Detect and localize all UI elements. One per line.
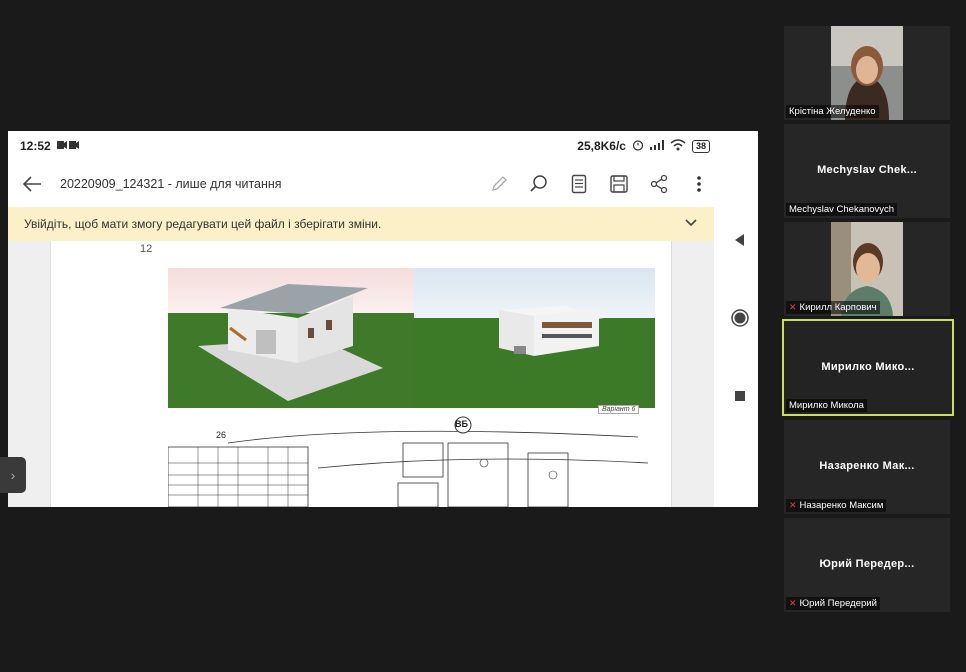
participant-tile-3[interactable]: ✕ Кирилл Карпович	[784, 222, 950, 316]
house-render-image-1	[168, 268, 414, 408]
participant-name: Мирилко Микола	[789, 400, 864, 411]
variant-stamp: Варіант 6	[598, 405, 640, 414]
participant-name: Назаренко Максим	[799, 500, 884, 511]
share-icon[interactable]	[646, 171, 672, 197]
alarm-icon	[632, 139, 644, 154]
network-speed: 25,8K6/c	[577, 139, 626, 153]
nav-home-icon[interactable]	[722, 303, 758, 333]
reading-view-icon[interactable]	[566, 171, 592, 197]
house-render-image-2	[414, 268, 655, 408]
nav-back-icon[interactable]	[722, 225, 758, 255]
more-options-icon[interactable]	[686, 171, 712, 197]
participant-display-name: Назаренко Мак...	[819, 460, 915, 472]
participant-display-name: Юрий Передер...	[819, 558, 915, 570]
participant-tile-2[interactable]: Mechyslav Chek... Mechyslav Chekanovych	[784, 124, 950, 218]
chevron-down-icon[interactable]	[684, 217, 698, 231]
mic-muted-icon: ✕	[789, 598, 797, 608]
participant-name-label: Крістіна Желуденко	[786, 105, 879, 118]
page-number: 12	[140, 243, 153, 255]
side-panel-handle[interactable]: ›	[0, 457, 26, 493]
participant-name-label: Мирилко Микола	[786, 399, 867, 412]
chevron-right-icon: ›	[10, 467, 16, 483]
shared-screen: 12:52 25,8K6/c 38 20220909_124321 - лише…	[8, 131, 758, 507]
edit-pencil-icon[interactable]	[486, 171, 512, 197]
phone-status-bar: 12:52 25,8K6/c 38	[8, 131, 722, 161]
battery-icon: 38	[691, 139, 710, 153]
participant-name: Юрий Передерий	[799, 598, 877, 609]
site-plan-drawing	[168, 416, 649, 507]
participant-tile-4-active-speaker[interactable]: Мирилко Мико... Мирилко Микола	[782, 319, 954, 416]
search-icon[interactable]	[526, 171, 552, 197]
video-camera-icon	[56, 139, 79, 153]
banner-text: Увійдіть, щоб мати змогу редагувати цей …	[24, 217, 382, 231]
participant-tile-6[interactable]: Юрий Передер... ✕ Юрий Передерий	[784, 518, 950, 612]
signal-icon	[649, 139, 664, 153]
wifi-icon	[670, 138, 686, 154]
mic-muted-icon: ✕	[789, 302, 797, 312]
document-title: 20220909_124321 - лише для читання	[60, 177, 282, 191]
sign-in-banner[interactable]: Увійдіть, щоб мати змогу редагувати цей …	[8, 207, 714, 241]
participant-name-label: ✕ Юрий Передерий	[786, 597, 880, 610]
battery-level: 38	[695, 141, 706, 151]
participant-display-name: Мирилко Мико...	[821, 361, 915, 373]
plan-label-vb: ВБ	[455, 419, 468, 429]
mic-muted-icon: ✕	[789, 500, 797, 510]
participant-name-label: ✕ Кирилл Карпович	[786, 301, 880, 314]
save-icon[interactable]	[606, 171, 632, 197]
back-arrow-icon[interactable]	[18, 170, 46, 198]
participant-name: Mechyslav Chekanovych	[789, 204, 895, 215]
participant-tile-1[interactable]: Крістіна Желуденко	[784, 26, 950, 120]
android-nav-bar	[722, 207, 758, 507]
participant-name: Крістіна Желуденко	[789, 106, 876, 117]
participant-display-name: Mechyslav Chek...	[817, 164, 917, 176]
document-toolbar: 20220909_124321 - лише для читання	[8, 161, 722, 207]
nav-recents-icon[interactable]	[722, 381, 758, 411]
plan-label-26: 26	[216, 430, 227, 440]
participant-name-label: ✕ Назаренко Максим	[786, 499, 887, 512]
status-time: 12:52	[20, 139, 51, 153]
participant-name-label: Mechyslav Chekanovych	[786, 203, 898, 216]
participant-tile-5[interactable]: Назаренко Мак... ✕ Назаренко Максим	[784, 420, 950, 514]
participant-name: Кирилл Карпович	[799, 302, 877, 313]
